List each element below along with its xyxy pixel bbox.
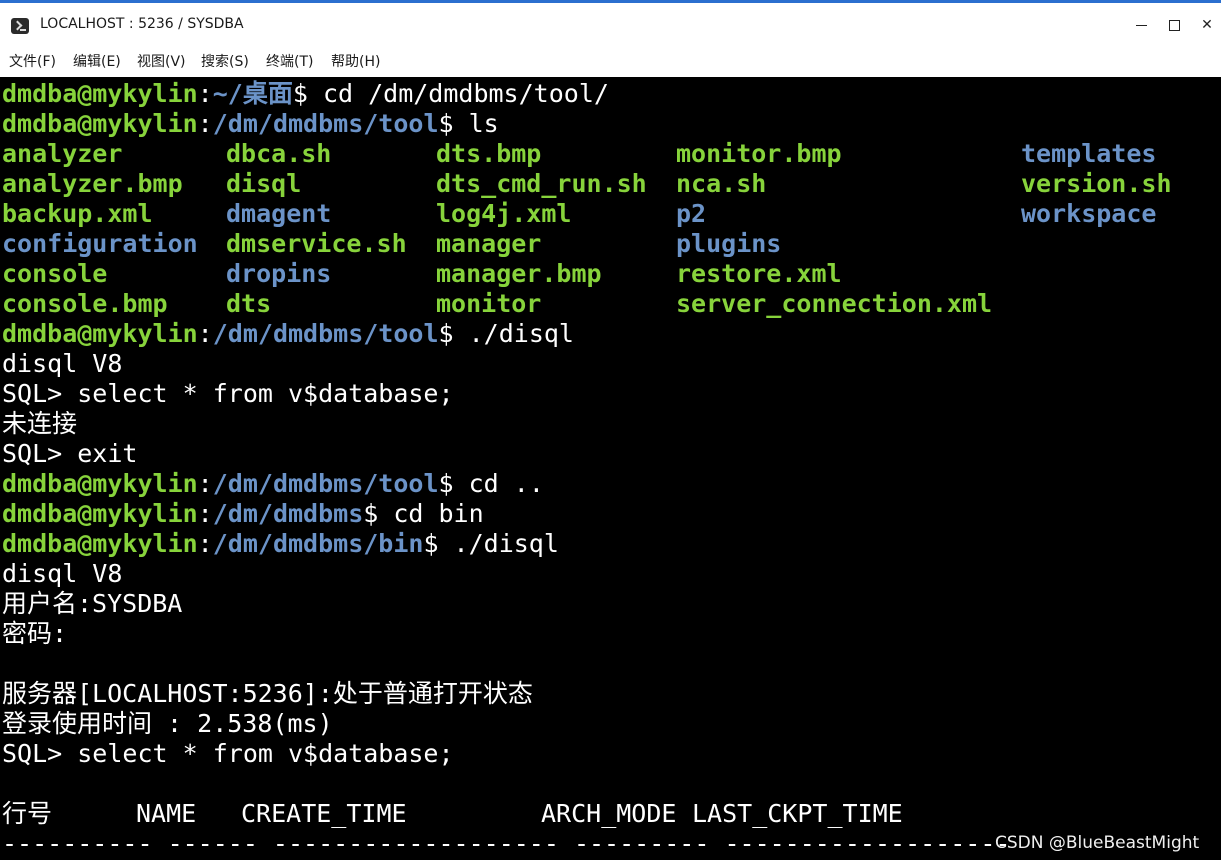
result-header: CREATE_TIME (241, 799, 407, 828)
prompt-line: dmdba@mykylin:/dm/dmdbms/bin$ ./disql (2, 529, 559, 558)
ls-entry: dbca.sh (226, 139, 332, 168)
close-icon: ✕ (1201, 17, 1213, 33)
ls-entry: dmagent (226, 199, 332, 228)
prompt-line: dmdba@mykylin:/dm/dmdbms$ cd bin (2, 499, 484, 528)
ls-entry: analyzer (2, 139, 123, 168)
menu-edit[interactable]: 编辑(E) (73, 51, 121, 71)
terminal-window: LOCALHOST : 5236 / SYSDBA ✕ 文件(F) 编辑(E) … (0, 0, 1221, 860)
menu-terminal[interactable]: 终端(T) (266, 51, 313, 71)
prompt-line: dmdba@mykylin:~/桌面$ cd /dm/dmdbms/tool/ (2, 79, 609, 108)
minimize-icon (1135, 24, 1147, 26)
maximize-button[interactable] (1157, 6, 1191, 44)
terminal-app-icon (11, 18, 29, 34)
output-line: 服务器[LOCALHOST:5236]:处于普通打开状态 (2, 679, 533, 708)
ls-entry: templates (1021, 139, 1157, 168)
menu-help[interactable]: 帮助(H) (331, 51, 380, 71)
output-line: 未连接 (2, 409, 78, 438)
minimize-button[interactable] (1124, 6, 1158, 44)
ls-entry: dts (226, 289, 272, 318)
title-bar[interactable]: LOCALHOST : 5236 / SYSDBA ✕ (0, 6, 1221, 44)
ls-entry: dropins (226, 259, 332, 288)
csdn-watermark: CSDN @BlueBeastMight (995, 833, 1200, 853)
sql-input-line: SQL> exit (2, 439, 138, 468)
ls-entry: dts_cmd_run.sh (436, 169, 647, 198)
menu-file[interactable]: 文件(F) (9, 51, 56, 71)
result-header: ARCH_MODE (541, 799, 677, 828)
ls-entry: dmservice.sh (226, 229, 407, 258)
window-title: LOCALHOST : 5236 / SYSDBA (40, 16, 244, 32)
ls-entry: monitor (436, 289, 542, 318)
result-separator: ---------- ------ ------------------- --… (2, 829, 1011, 858)
sql-input-line: SQL> select * from v$database; (2, 379, 454, 408)
prompt-line: dmdba@mykylin:/dm/dmdbms/tool$ cd .. (2, 469, 544, 498)
ls-entry: restore.xml (676, 259, 842, 288)
ls-entry: console.bmp (2, 289, 168, 318)
output-line: disql V8 (2, 349, 123, 378)
menu-bar: 文件(F) 编辑(E) 视图(V) 搜索(S) 终端(T) 帮助(H) (0, 44, 1221, 77)
terminal-output[interactable]: dmdba@mykylin:~/桌面$ cd /dm/dmdbms/tool/ … (0, 77, 1221, 860)
output-line: 用户名:SYSDBA (2, 589, 183, 618)
ls-entry: dts.bmp (436, 139, 542, 168)
ls-entry: backup.xml (2, 199, 153, 228)
ls-entry: p2 (676, 199, 707, 228)
sql-input-line: SQL> select * from v$database; (2, 739, 454, 768)
maximize-icon (1168, 19, 1180, 31)
ls-entry: manager (436, 229, 542, 258)
output-line: 密码: (2, 619, 68, 648)
result-header: 行号 (2, 799, 53, 828)
ls-entry: server_connection.xml (676, 289, 993, 318)
prompt-line: dmdba@mykylin:/dm/dmdbms/tool$ ./disql (2, 319, 574, 348)
close-button[interactable]: ✕ (1190, 6, 1221, 44)
ls-entry: console (2, 259, 108, 288)
result-header: NAME (136, 799, 197, 828)
ls-entry: log4j.xml (436, 199, 572, 228)
ls-entry: nca.sh (676, 169, 767, 198)
output-line: disql V8 (2, 559, 123, 588)
ls-entry: workspace (1021, 199, 1157, 228)
menu-search[interactable]: 搜索(S) (201, 51, 249, 71)
output-line: 登录使用时间 : 2.538(ms) (2, 709, 333, 738)
ls-entry: manager.bmp (436, 259, 602, 288)
prompt-line: dmdba@mykylin:/dm/dmdbms/tool$ ls (2, 109, 499, 138)
ls-entry: version.sh (1021, 169, 1172, 198)
result-header: LAST_CKPT_TIME (692, 799, 903, 828)
ls-entry: analyzer.bmp (2, 169, 183, 198)
ls-entry: plugins (676, 229, 782, 258)
ls-entry: configuration (2, 229, 198, 258)
ls-entry: monitor.bmp (676, 139, 842, 168)
ls-entry: disql (226, 169, 302, 198)
menu-view[interactable]: 视图(V) (137, 51, 186, 71)
